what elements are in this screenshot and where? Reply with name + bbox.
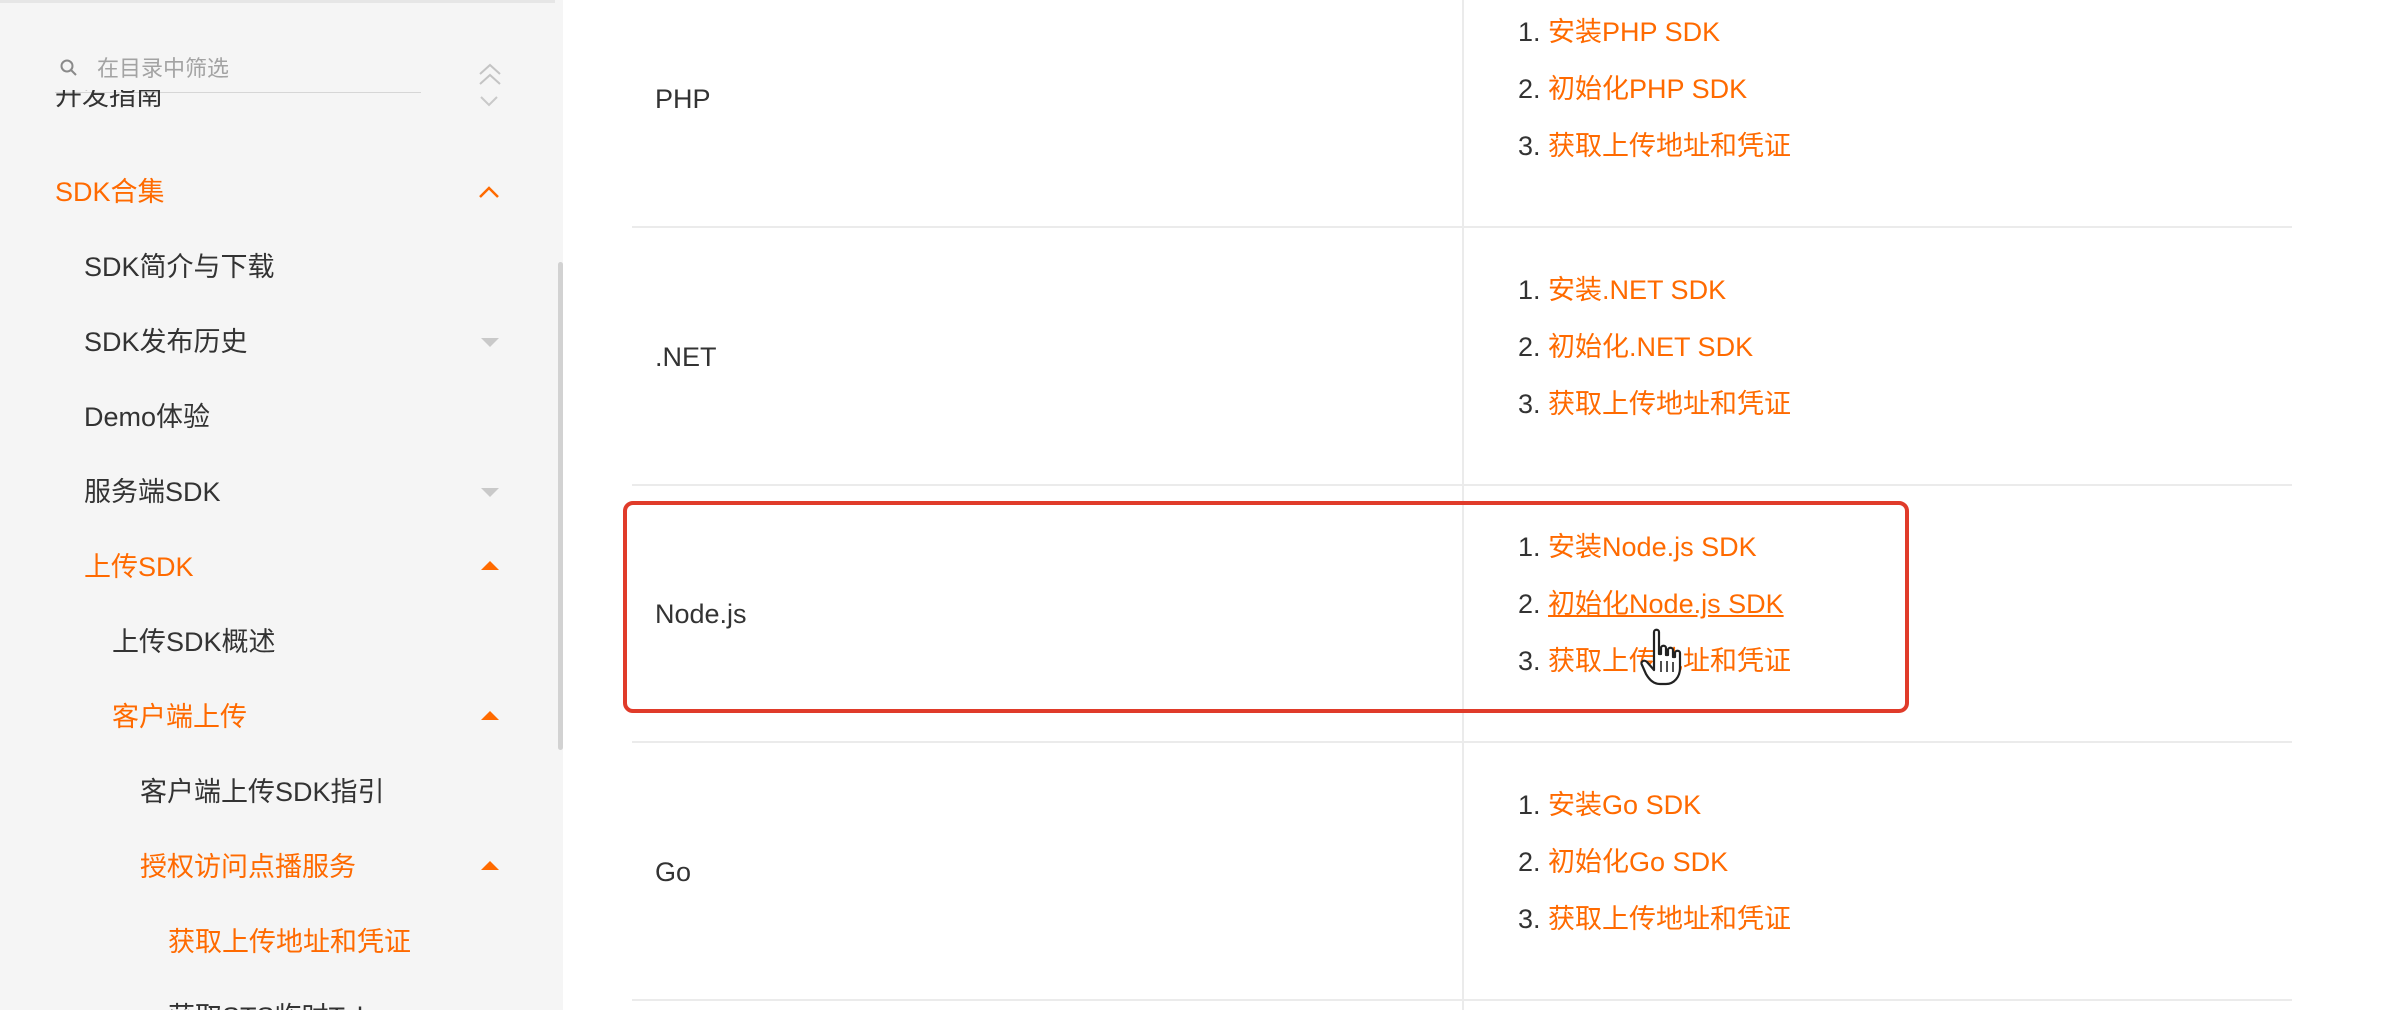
nav-item-label: 上传SDK概述 [112, 627, 276, 657]
step-item: 2. 初始化.NET SDK [1518, 325, 1753, 364]
nav-item-client-upload[interactable]: 客户端上传 [0, 689, 555, 745]
step-link[interactable]: 获取上传地址和凭证 [1548, 131, 1791, 161]
nav-item-label: SDK简介与下载 [84, 252, 275, 282]
step-item: 2. 初始化PHP SDK [1518, 67, 1747, 106]
step-number: 3. [1518, 904, 1541, 934]
nav-item-label: SDK发布历史 [84, 327, 248, 357]
step-item: 1. 安装PHP SDK [1518, 10, 1720, 49]
step-link[interactable]: 安装.NET SDK [1548, 275, 1726, 305]
caret-down-icon[interactable] [481, 488, 499, 497]
step-item: 3. 获取上传地址和凭证 [1518, 897, 1791, 936]
step-number: 1. [1518, 17, 1541, 47]
step-link[interactable]: 安装Go SDK [1548, 790, 1701, 820]
nav-item-client-upload-guide[interactable]: 客户端上传SDK指引 [0, 764, 555, 820]
nav-item-label: 获取上传地址和凭证 [168, 927, 411, 957]
step-item: 3. 获取上传地址和凭证 [1518, 124, 1791, 163]
row-divider [632, 741, 2292, 743]
step-item: 2. 初始化Go SDK [1518, 840, 1728, 879]
row-divider [632, 484, 2292, 486]
search-icon [60, 59, 77, 76]
step-link[interactable]: 初始化Go SDK [1548, 847, 1728, 877]
nav-item-upload-sdk-overview[interactable]: 上传SDK概述 [0, 614, 555, 670]
caret-up-icon[interactable] [481, 711, 499, 720]
highlight-box [623, 501, 1909, 713]
caret-down-icon[interactable] [481, 338, 499, 347]
nav-item-get-sts-token[interactable]: 获取STS临时Token [0, 989, 555, 1010]
nav-item-label: 上传SDK [84, 552, 194, 582]
nav-item-label: 客户端上传 [112, 702, 247, 732]
step-number: 2. [1518, 74, 1541, 104]
nav-item-upload-sdk[interactable]: 上传SDK [0, 539, 555, 595]
nav-item-label: 服务端SDK [84, 477, 221, 507]
nav-item-get-upload-credentials[interactable]: 获取上传地址和凭证 [0, 914, 555, 970]
nav-item-label: Demo体验 [84, 402, 211, 432]
sidebar: 开发指南 SDK合集 SDK简介与下载 SDK发布历史 Demo体验 服务端SD… [0, 0, 563, 1010]
step-item: 1. 安装.NET SDK [1518, 268, 1726, 307]
step-number: 2. [1518, 847, 1541, 877]
hand-cursor-icon [1640, 628, 1682, 686]
nav-item-demo[interactable]: Demo体验 [0, 389, 555, 445]
nav-item-label: SDK合集 [55, 177, 165, 207]
nav-item-label: 客户端上传SDK指引 [140, 777, 385, 807]
step-item: 1. 安装Go SDK [1518, 783, 1701, 822]
nav-item-label: 开发指南 [55, 90, 163, 111]
nav-item-sdk-collection[interactable]: SDK合集 [0, 164, 555, 220]
language-name: .NET [655, 342, 717, 372]
nav-item-label: 授权访问点播服务 [140, 852, 356, 882]
language-name: PHP [655, 84, 711, 114]
nav-item-dev-guide[interactable]: 开发指南 [0, 90, 555, 122]
sidebar-search [55, 44, 421, 93]
nav-item-server-sdk[interactable]: 服务端SDK [0, 464, 555, 520]
step-link[interactable]: 安装PHP SDK [1548, 17, 1720, 47]
row-divider [632, 999, 2292, 1001]
step-link[interactable]: 获取上传地址和凭证 [1548, 389, 1791, 419]
search-input[interactable] [95, 52, 399, 86]
collapse-all-icon[interactable] [474, 60, 506, 90]
step-item: 3. 获取上传地址和凭证 [1518, 382, 1791, 421]
chevron-down-icon[interactable] [474, 90, 504, 116]
caret-up-icon[interactable] [481, 561, 499, 570]
step-link[interactable]: 初始化.NET SDK [1548, 332, 1753, 362]
nav-item-auth-vod[interactable]: 授权访问点播服务 [0, 839, 555, 895]
step-number: 1. [1518, 790, 1541, 820]
sidebar-divider [0, 0, 555, 3]
nav-item-sdk-history[interactable]: SDK发布历史 [0, 314, 555, 370]
step-number: 2. [1518, 332, 1541, 362]
language-name: Go [655, 857, 692, 887]
chevron-up-icon[interactable] [474, 178, 504, 206]
step-number: 3. [1518, 389, 1541, 419]
step-link[interactable]: 获取上传地址和凭证 [1548, 904, 1791, 934]
step-number: 1. [1518, 275, 1541, 305]
nav-item-label: 获取STS临时Token [168, 989, 401, 1010]
nav-item-sdk-intro[interactable]: SDK简介与下载 [0, 239, 555, 295]
step-link[interactable]: 初始化PHP SDK [1548, 74, 1747, 104]
row-divider [632, 226, 2292, 228]
caret-up-icon[interactable] [481, 861, 499, 870]
step-number: 3. [1518, 131, 1541, 161]
